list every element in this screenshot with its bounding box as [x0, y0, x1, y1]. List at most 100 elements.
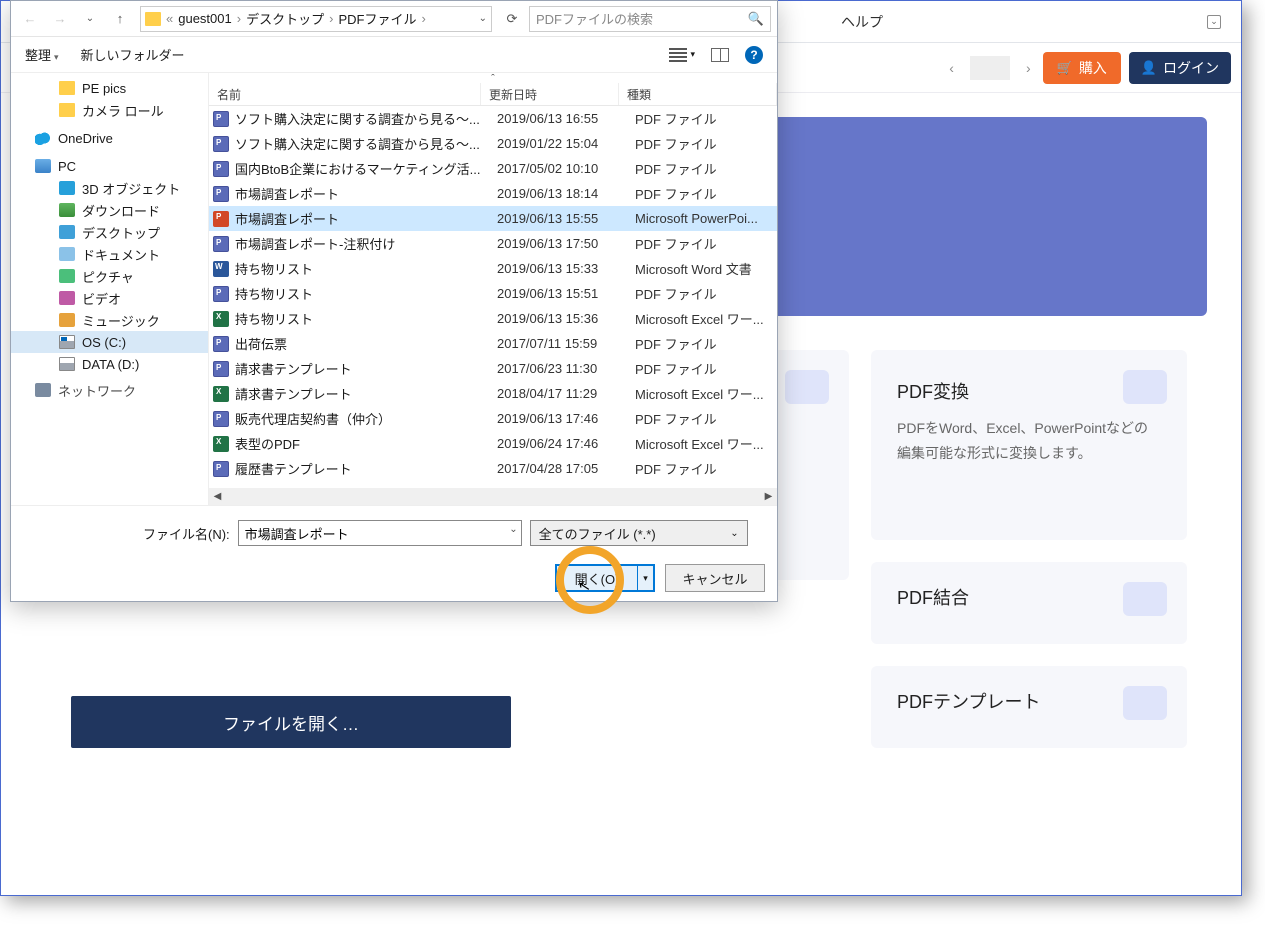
pdf-file-icon	[213, 286, 229, 302]
dl-icon	[59, 203, 75, 217]
net-icon	[35, 383, 51, 397]
tree-node[interactable]: ビデオ	[11, 287, 208, 309]
xls-file-icon	[213, 311, 229, 327]
file-row[interactable]: 請求書テンプレート2017/06/23 11:30PDF ファイル	[209, 356, 777, 381]
pdf-file-icon	[213, 111, 229, 127]
search-input[interactable]: PDFファイルの検索 🔍	[529, 6, 771, 32]
file-open-dialog: ← → ⌄ ↑ « guest001 › デスクトップ › PDFファイル › …	[10, 0, 778, 602]
onedrive-icon	[35, 131, 51, 145]
file-row[interactable]: ソフト購入決定に関する調査から見る～...2019/06/13 16:55PDF…	[209, 106, 777, 131]
drive-icon	[59, 335, 75, 349]
tree-node[interactable]: ドキュメント	[11, 243, 208, 265]
word-file-icon	[213, 261, 229, 277]
ppt-file-icon	[213, 211, 229, 227]
organize-menu[interactable]: 整理▾	[25, 45, 59, 64]
menu-help[interactable]: ヘルプ	[841, 12, 883, 32]
pdf-file-icon	[213, 411, 229, 427]
file-row[interactable]: ソフト購入決定に関する調査から見る～...2019/01/22 15:04PDF…	[209, 131, 777, 156]
titlebar-caret-icon[interactable]: ⌄	[1207, 15, 1221, 29]
card-merge[interactable]: PDF結合	[871, 562, 1187, 644]
card-batch-icon	[785, 370, 829, 404]
pager-next-icon[interactable]: ›	[1022, 60, 1035, 76]
xls-file-icon	[213, 386, 229, 402]
pager-prev-icon[interactable]: ‹	[945, 60, 958, 76]
pdf-file-icon	[213, 136, 229, 152]
tree-node[interactable]: ネットワーク	[11, 383, 208, 397]
pdf-file-icon	[213, 186, 229, 202]
doc-icon	[59, 247, 75, 261]
open-file-button[interactable]: ファイルを開く…	[71, 696, 511, 748]
file-row[interactable]: 持ち物リスト2019/06/13 15:36Microsoft Excel ワー…	[209, 306, 777, 331]
tree-node[interactable]: PC	[11, 155, 208, 177]
file-row[interactable]: 市場調査レポート2019/06/13 15:55Microsoft PowerP…	[209, 206, 777, 231]
nav-recent-icon[interactable]: ⌄	[77, 6, 103, 32]
help-icon[interactable]: ?	[745, 46, 763, 64]
card-convert-icon	[1123, 370, 1167, 404]
tree-node[interactable]: カメラ ロール	[11, 99, 208, 121]
login-button[interactable]: ログイン	[1129, 52, 1231, 84]
address-bar[interactable]: « guest001 › デスクトップ › PDFファイル › ⌄	[140, 6, 492, 32]
col-type[interactable]: 種類	[619, 83, 777, 105]
tree-node[interactable]: PE pics	[11, 77, 208, 99]
list-header[interactable]: 名前 更新日時 種類	[209, 83, 777, 106]
pager-field[interactable]	[970, 56, 1010, 80]
nav-up-icon[interactable]: ↑	[107, 6, 133, 32]
refresh-icon[interactable]: ⟳	[499, 6, 525, 32]
file-list[interactable]: ˆ 名前 更新日時 種類 ソフト購入決定に関する調査から見る～...2019/0…	[209, 73, 777, 505]
filename-input[interactable]	[238, 520, 522, 546]
file-row[interactable]: 持ち物リスト2019/06/13 15:51PDF ファイル	[209, 281, 777, 306]
tree-node[interactable]: ピクチャ	[11, 265, 208, 287]
tree-node[interactable]: OS (C:)	[11, 331, 208, 353]
card-template[interactable]: PDFテンプレート	[871, 666, 1187, 748]
col-date[interactable]: 更新日時	[481, 83, 619, 105]
new-folder-button[interactable]: 新しいフォルダー	[81, 45, 185, 64]
filename-label: ファイル名(N):	[143, 524, 230, 543]
file-row[interactable]: 表型のPDF2019/06/24 17:46Microsoft Excel ワー…	[209, 431, 777, 456]
pdf-file-icon	[213, 461, 229, 477]
vid-icon	[59, 291, 75, 305]
pdf-file-icon	[213, 236, 229, 252]
folder-tree[interactable]: PE picsカメラ ロール OneDrive PC3D オブジェクトダウンロードデ…	[11, 73, 209, 505]
crumb-1[interactable]: デスクトップ	[242, 9, 328, 28]
xls-file-icon	[213, 436, 229, 452]
desk-icon	[59, 225, 75, 239]
card-template-icon	[1123, 686, 1167, 720]
h-scrollbar[interactable]: ◀▶	[209, 488, 777, 505]
file-row[interactable]: 出荷伝票2017/07/11 15:59PDF ファイル	[209, 331, 777, 356]
folder-icon	[145, 12, 161, 26]
file-row[interactable]: 市場調査レポート2019/06/13 18:14PDF ファイル	[209, 181, 777, 206]
nav-back-icon[interactable]: ←	[17, 6, 43, 32]
nav-forward-icon[interactable]: →	[47, 6, 73, 32]
file-row[interactable]: 国内BtoB企業におけるマーケティング活...2017/05/02 10:10P…	[209, 156, 777, 181]
file-row[interactable]: 持ち物リスト2019/06/13 15:33Microsoft Word 文書	[209, 256, 777, 281]
folder-icon	[59, 103, 75, 117]
folder-icon	[59, 81, 75, 95]
pic-icon	[59, 269, 75, 283]
drive-icon	[59, 357, 75, 371]
crumb-2[interactable]: PDFファイル	[334, 9, 420, 28]
card-convert-title: PDF変換	[897, 378, 1161, 404]
file-row[interactable]: 市場調査レポート-注釈付け2019/06/13 17:50PDF ファイル	[209, 231, 777, 256]
dialog-navbar: ← → ⌄ ↑ « guest001 › デスクトップ › PDFファイル › …	[11, 1, 777, 37]
tree-node[interactable]: ダウンロード	[11, 199, 208, 221]
filetype-filter[interactable]: 全てのファイル (*.*)⌄	[530, 520, 748, 546]
open-button[interactable]: 開く(O) ▾	[555, 564, 655, 592]
tree-node[interactable]: デスクトップ	[11, 221, 208, 243]
file-row[interactable]: 販売代理店契約書（仲介）2019/06/13 17:46PDF ファイル	[209, 406, 777, 431]
tree-node[interactable]: OneDrive	[11, 127, 208, 149]
tree-node[interactable]: DATA (D:)	[11, 353, 208, 375]
tree-node[interactable]: 3D オブジェクト	[11, 177, 208, 199]
col-name[interactable]: 名前	[209, 83, 481, 105]
crumb-0[interactable]: guest001	[174, 11, 236, 26]
view-mode-icon[interactable]: ▾	[669, 48, 695, 62]
pdf-file-icon	[213, 161, 229, 177]
tree-node[interactable]: ミュージック	[11, 309, 208, 331]
dialog-toolbar: 整理▾ 新しいフォルダー ▾ ?	[11, 37, 777, 73]
cancel-button[interactable]: キャンセル	[665, 564, 765, 592]
file-row[interactable]: 請求書テンプレート2018/04/17 11:29Microsoft Excel…	[209, 381, 777, 406]
preview-pane-icon[interactable]	[711, 48, 729, 62]
music-icon	[59, 313, 75, 327]
card-convert[interactable]: PDF変換 PDFをWord、Excel、PowerPointなどの編集可能な形…	[871, 350, 1187, 540]
buy-button[interactable]: 購入	[1043, 52, 1121, 84]
file-row[interactable]: 履歴書テンプレート2017/04/28 17:05PDF ファイル	[209, 456, 777, 481]
